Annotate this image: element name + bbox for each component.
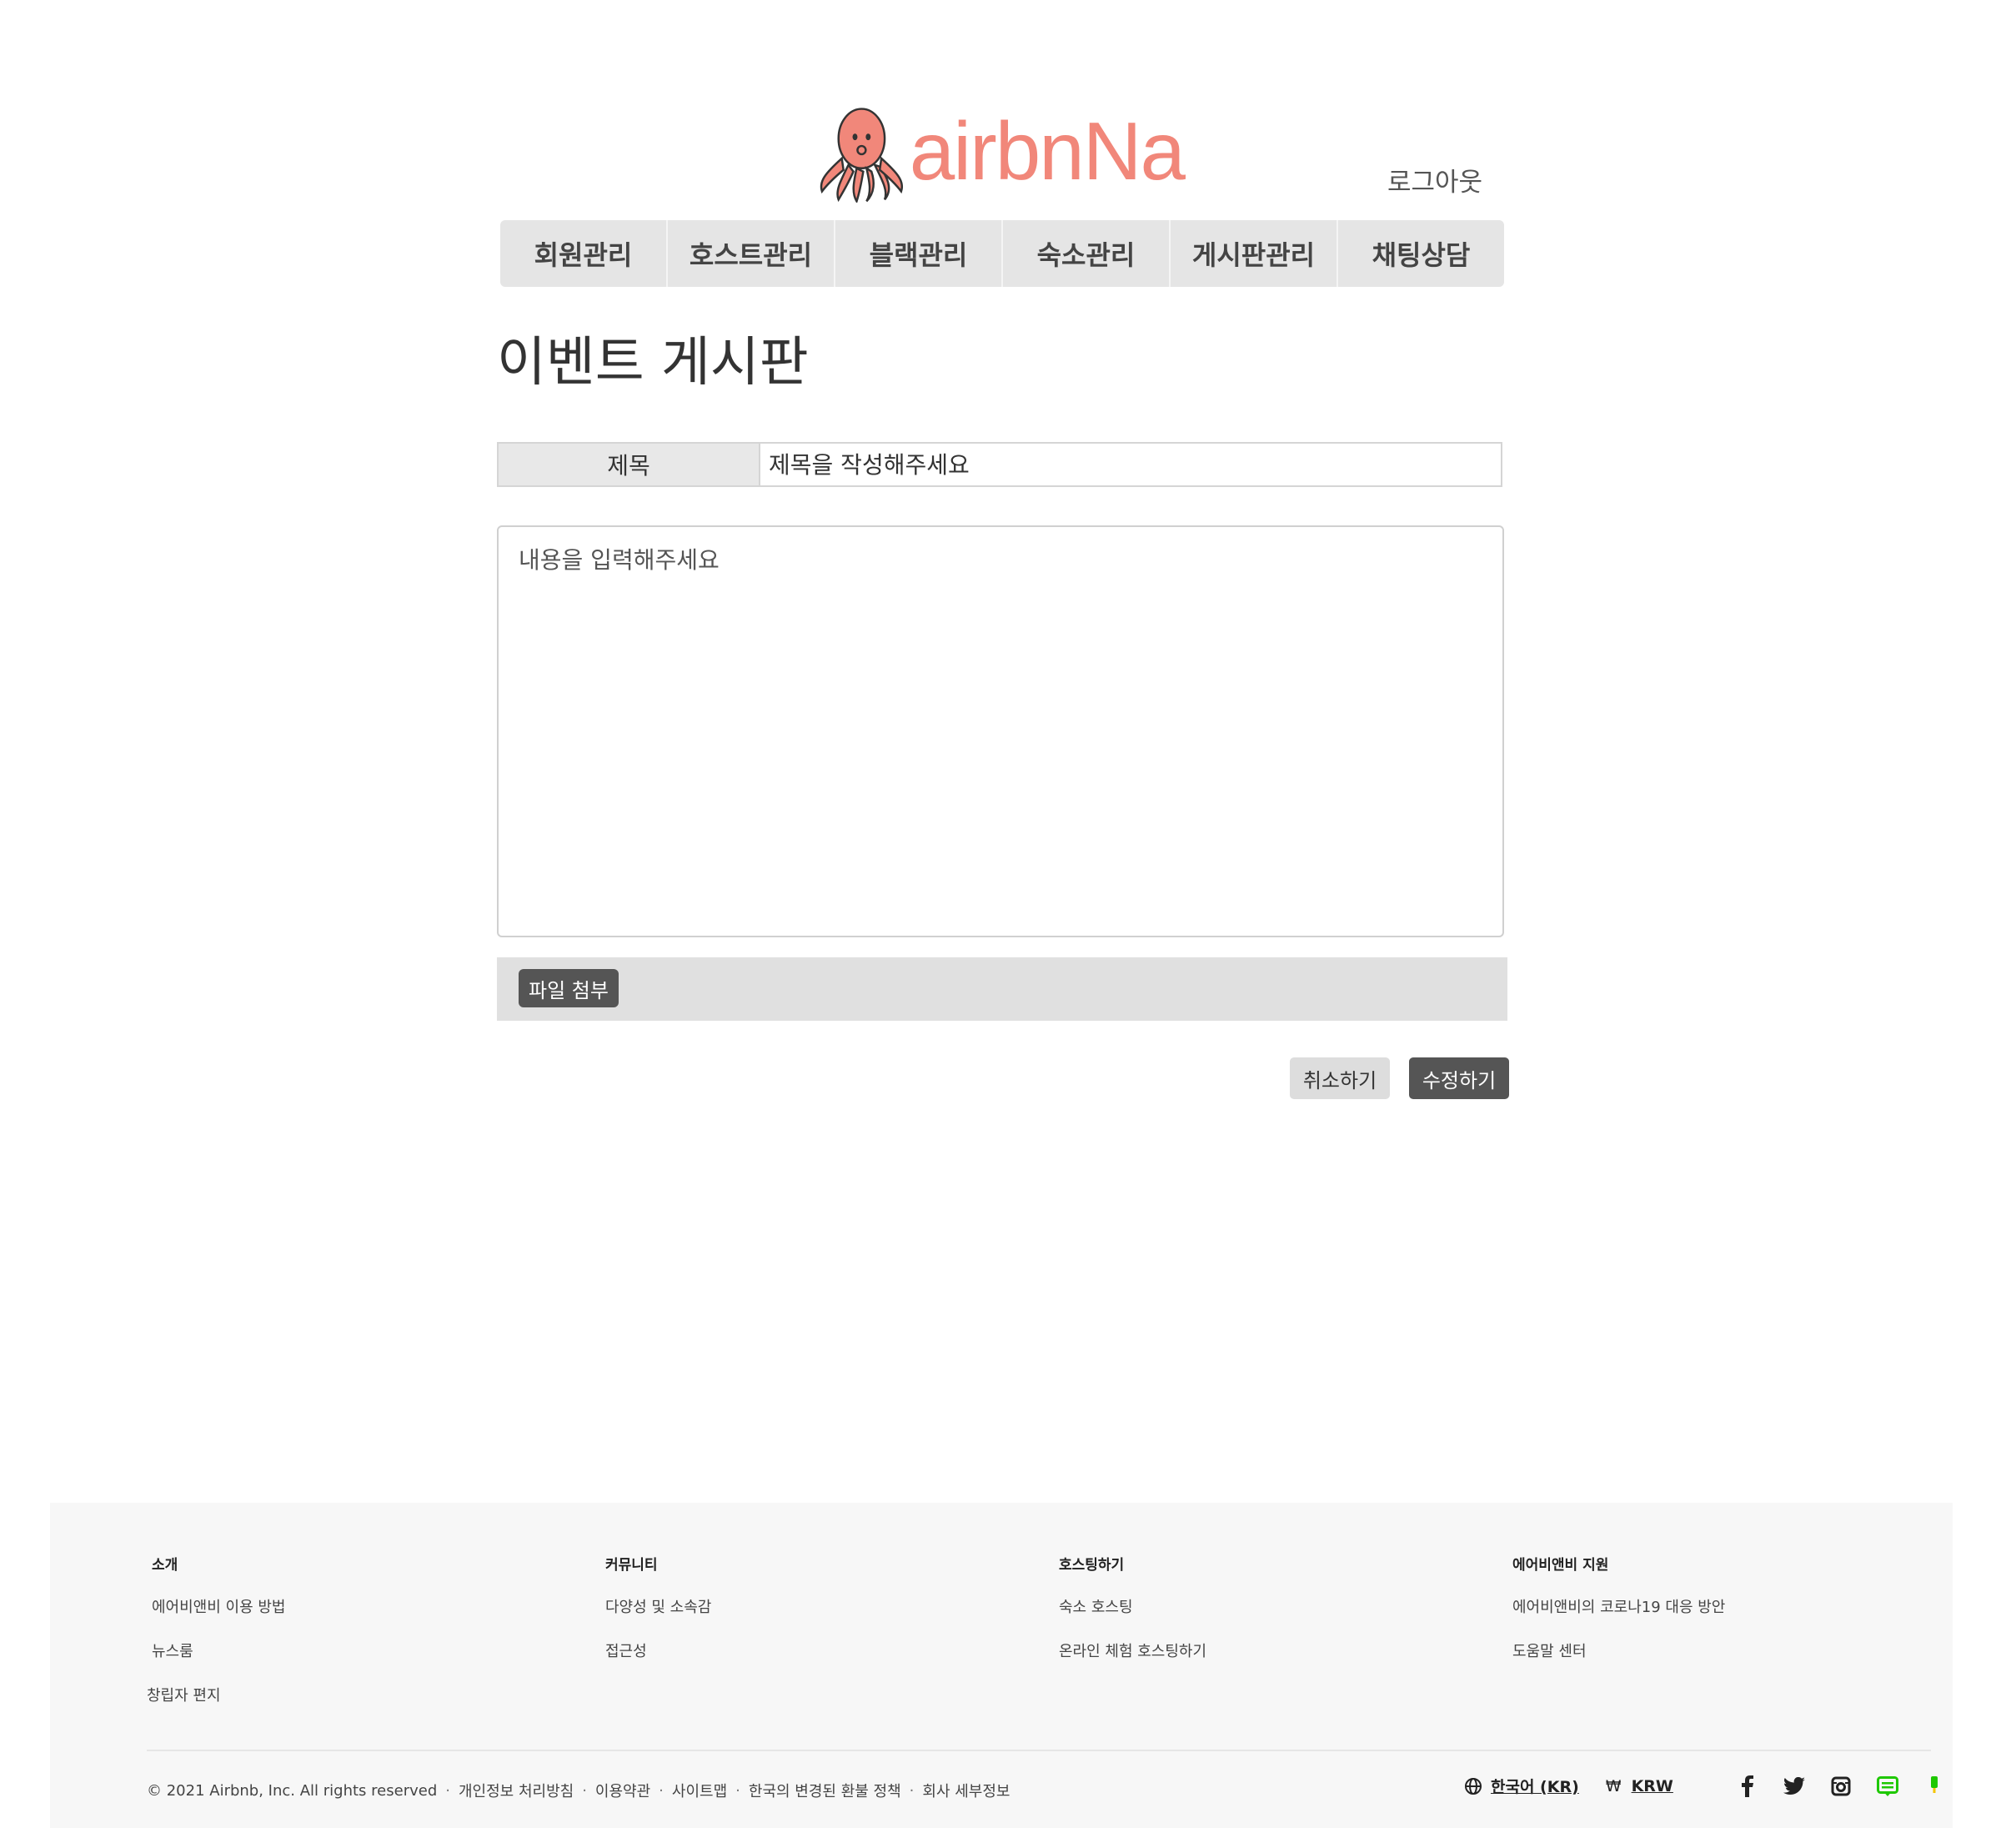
instagram-icon[interactable] bbox=[1830, 1775, 1852, 1797]
twitter-icon[interactable] bbox=[1783, 1775, 1805, 1797]
naver-blog-icon[interactable] bbox=[1876, 1775, 1898, 1797]
footer-heading: 에어비앤비 지원 bbox=[1512, 1557, 1609, 1574]
social-links bbox=[1737, 1775, 1945, 1797]
footer-link[interactable]: 에어비앤비의 코로나19 대응 방안 bbox=[1512, 1595, 1725, 1617]
footer-link[interactable]: 온라인 체험 호스팅하기 bbox=[1059, 1640, 1206, 1661]
title-label: 제목 bbox=[499, 444, 760, 485]
separator: · bbox=[582, 1781, 587, 1800]
nav-item-hosts[interactable]: 호스트관리 bbox=[668, 220, 835, 287]
page-title: 이벤트 게시판 bbox=[497, 332, 809, 394]
nav-item-members[interactable]: 회원관리 bbox=[500, 220, 668, 287]
octopus-logo-icon bbox=[820, 108, 904, 203]
cancel-button[interactable]: 취소하기 bbox=[1290, 1057, 1390, 1099]
currency-selector[interactable]: KRW bbox=[1632, 1777, 1673, 1795]
separator: · bbox=[735, 1781, 740, 1800]
footer-link[interactable]: 도움말 센터 bbox=[1512, 1640, 1725, 1661]
footer-column-community: 커뮤니티 다양성 및 소속감 접근성 bbox=[605, 1553, 711, 1684]
submit-edit-button[interactable]: 수정하기 bbox=[1409, 1057, 1509, 1099]
main-nav: 회원관리 호스트관리 블랙관리 숙소관리 게시판관리 채팅상담 bbox=[500, 220, 1504, 287]
content-textarea[interactable] bbox=[497, 525, 1504, 937]
footer-column-hosting: 호스팅하기 숙소 호스팅 온라인 체험 호스팅하기 bbox=[1059, 1553, 1206, 1684]
footer-settings: 한국어 (KR) ₩ KRW bbox=[1464, 1775, 1945, 1797]
naver-post-icon[interactable] bbox=[1923, 1775, 1945, 1797]
logo[interactable]: airbnNa bbox=[817, 98, 1186, 203]
privacy-link[interactable]: 개인정보 처리방침 bbox=[459, 1780, 574, 1801]
globe-icon bbox=[1465, 1777, 1482, 1795]
footer-heading: 소개 bbox=[152, 1557, 178, 1574]
footer-heading: 호스팅하기 bbox=[1059, 1557, 1125, 1574]
footer-link[interactable]: 에어비앤비 이용 방법 bbox=[152, 1595, 285, 1617]
footer-link[interactable]: 창립자 편지 bbox=[147, 1684, 285, 1705]
facebook-icon[interactable] bbox=[1737, 1775, 1758, 1797]
nav-item-blacklist[interactable]: 블랙관리 bbox=[835, 220, 1003, 287]
nav-item-board[interactable]: 게시판관리 bbox=[1171, 220, 1338, 287]
logo-text: airbnNa bbox=[909, 104, 1186, 197]
separator: · bbox=[909, 1781, 915, 1800]
sitemap-link[interactable]: 사이트맵 bbox=[672, 1780, 727, 1801]
nav-item-lodging[interactable]: 숙소관리 bbox=[1003, 220, 1171, 287]
title-input[interactable] bbox=[760, 444, 1501, 485]
footer-link[interactable]: 숙소 호스팅 bbox=[1059, 1595, 1206, 1617]
title-row: 제목 bbox=[497, 442, 1502, 487]
footer-link[interactable]: 접근성 bbox=[605, 1640, 711, 1661]
company-details-link[interactable]: 회사 세부정보 bbox=[922, 1780, 1010, 1801]
attachment-bar bbox=[497, 957, 1507, 1021]
footer-column-about: 소개 에어비앤비 이용 방법 뉴스룸 창립자 편지 bbox=[147, 1553, 285, 1728]
footer-column-support: 에어비앤비 지원 에어비앤비의 코로나19 대응 방안 도움말 센터 bbox=[1512, 1553, 1725, 1684]
refund-policy-link[interactable]: 한국의 변경된 환불 정책 bbox=[749, 1780, 901, 1801]
footer-legal: © 2021 Airbnb, Inc. All rights reserved … bbox=[147, 1780, 1010, 1801]
attach-file-button[interactable]: 파일 첨부 bbox=[519, 969, 619, 1007]
footer-link[interactable]: 다양성 및 소속감 bbox=[605, 1595, 711, 1617]
nav-item-chat[interactable]: 채팅상담 bbox=[1338, 220, 1504, 287]
currency-symbol: ₩ bbox=[1605, 1776, 1622, 1795]
terms-link[interactable]: 이용약관 bbox=[595, 1780, 650, 1801]
copyright-text: © 2021 Airbnb, Inc. All rights reserved bbox=[147, 1781, 438, 1800]
footer-divider bbox=[147, 1750, 1931, 1751]
logout-link[interactable]: 로그아웃 bbox=[1387, 161, 1482, 198]
separator: · bbox=[659, 1781, 664, 1800]
language-selector[interactable]: 한국어 (KR) bbox=[1491, 1775, 1579, 1797]
separator: · bbox=[445, 1781, 450, 1800]
footer-link[interactable]: 뉴스룸 bbox=[152, 1640, 285, 1661]
footer-heading: 커뮤니티 bbox=[605, 1557, 658, 1574]
